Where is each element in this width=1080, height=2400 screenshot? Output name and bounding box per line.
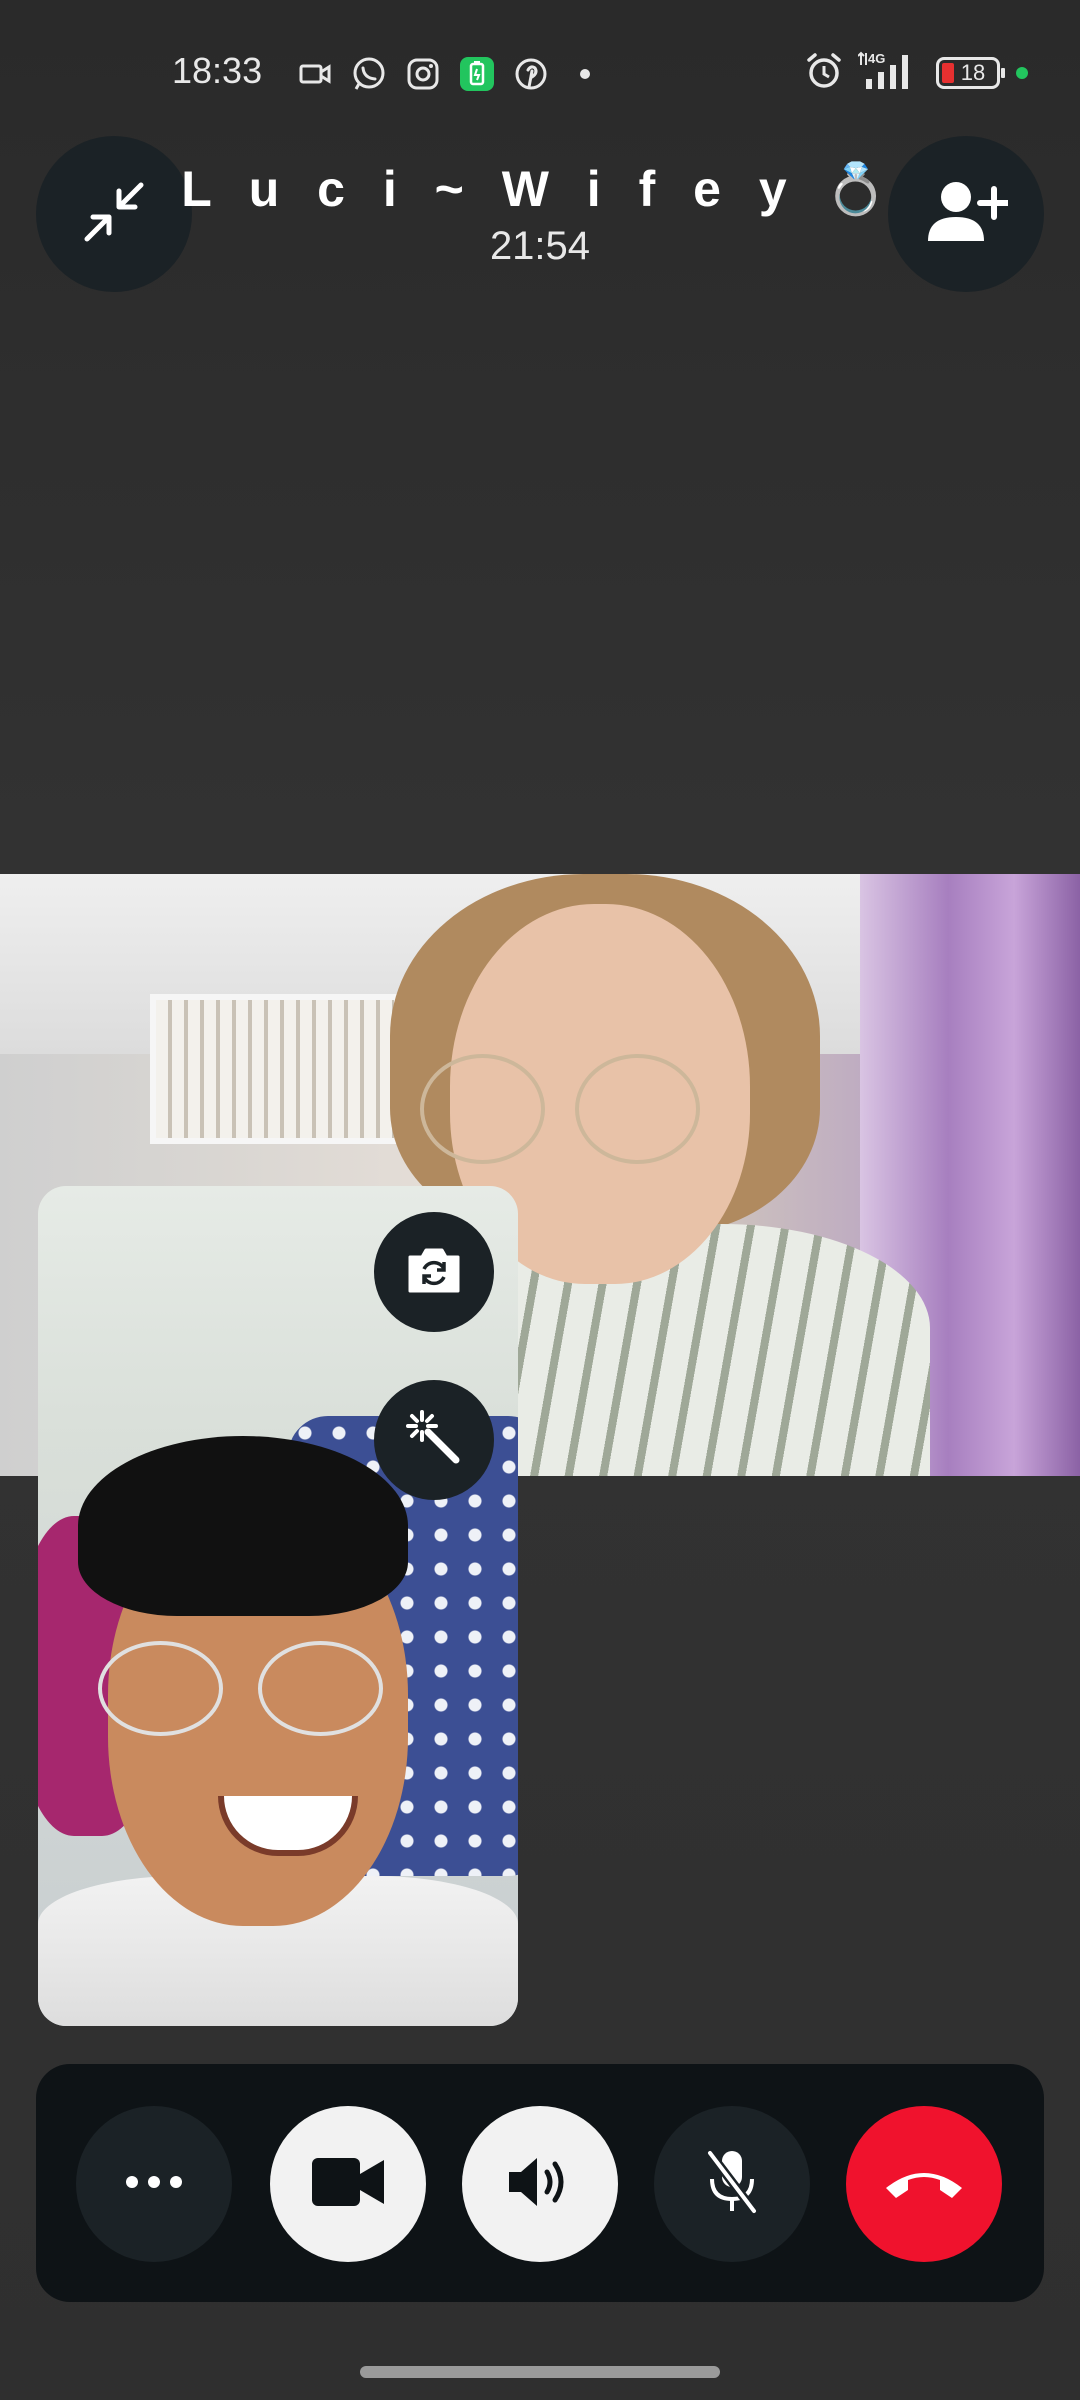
status-bar: 18:33 4G 18	[0, 0, 1080, 150]
system-icons: 4G 18	[806, 50, 1028, 96]
flip-camera-button[interactable]	[374, 1212, 494, 1332]
battery-icon: 18	[936, 57, 1005, 89]
home-indicator[interactable]	[360, 2366, 720, 2378]
mute-microphone-button[interactable]	[654, 2106, 810, 2262]
microphone-muted-icon	[702, 2147, 762, 2222]
background-shelf	[150, 994, 400, 1144]
camera-effects-button[interactable]	[374, 1380, 494, 1500]
self-glasses-right	[258, 1641, 383, 1736]
status-time: 18:33	[172, 50, 263, 91]
speaker-button[interactable]	[462, 2106, 618, 2262]
flip-camera-icon	[404, 1245, 464, 1300]
whatsapp-icon	[350, 55, 388, 93]
dot-icon	[566, 55, 604, 93]
svg-text:4G: 4G	[868, 51, 885, 66]
magic-wand-icon	[404, 1408, 464, 1473]
self-glasses-left	[98, 1641, 223, 1736]
signal-icon: 4G	[857, 51, 920, 96]
remote-glasses-right	[575, 1054, 700, 1164]
hang-up-icon	[882, 2162, 966, 2207]
more-options-button[interactable]	[76, 2106, 232, 2262]
self-hair	[78, 1436, 408, 1616]
pinterest-icon	[512, 55, 550, 93]
call-control-bar	[36, 2064, 1044, 2302]
privacy-indicator-dot	[1016, 67, 1028, 79]
video-camera-icon	[310, 2154, 386, 2215]
end-call-button[interactable]	[846, 2106, 1002, 2262]
camera-toggle-button[interactable]	[270, 2106, 426, 2262]
battery-level: 18	[960, 60, 986, 85]
instagram-icon	[404, 55, 442, 93]
video-camera-icon	[296, 55, 334, 93]
speaker-icon	[505, 2152, 575, 2217]
alarm-icon	[806, 52, 842, 95]
remote-glasses-left	[420, 1054, 545, 1164]
more-dots-icon	[124, 2175, 184, 2194]
add-participant-button[interactable]	[888, 136, 1044, 292]
battery-saver-icon	[458, 55, 496, 93]
add-person-icon	[924, 177, 1011, 252]
notification-icons	[296, 54, 604, 94]
